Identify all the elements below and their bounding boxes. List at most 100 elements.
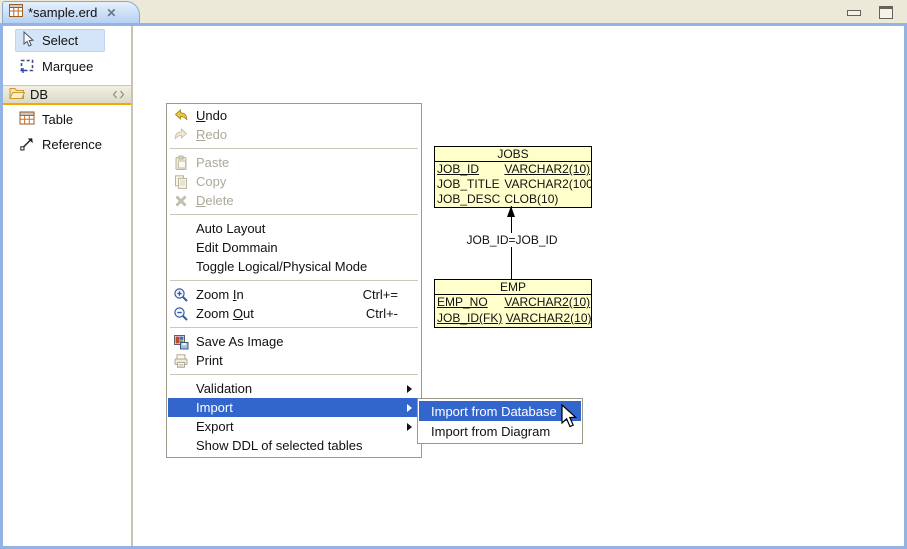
menu-item-copy[interactable]: Copy — [168, 172, 420, 191]
submenu-item-import-from-database[interactable]: Import from Database — [419, 401, 581, 421]
palette-item-marquee[interactable]: Marquee — [15, 55, 105, 78]
column-name: JOB_DESC — [437, 192, 501, 206]
palette-item-table[interactable]: Table — [19, 108, 131, 130]
menu-item-label: Toggle Logical/Physical Mode — [196, 259, 367, 274]
menu-item-import[interactable]: Import — [168, 398, 420, 417]
undo-icon — [171, 108, 191, 123]
mouse-cursor — [561, 404, 581, 435]
menu-item-save-as-image[interactable]: Save As Image — [168, 332, 420, 351]
zoom-out-icon — [171, 306, 191, 322]
menu-item-print[interactable]: Print — [168, 351, 420, 370]
editor-tab-sample-erd[interactable]: *sample.erd ✕ — [2, 1, 140, 23]
column-type: VARCHAR2(10) — [504, 295, 590, 309]
save-image-icon — [171, 334, 191, 350]
marquee-icon — [19, 57, 35, 76]
zoom-in-icon — [171, 287, 191, 303]
menu-item-label: Copy — [196, 174, 226, 189]
menu-item-label: Import — [196, 400, 233, 415]
menu-item-shortcut: Ctrl+= — [363, 287, 420, 302]
print-icon — [171, 353, 191, 369]
entity-title: JOBS — [435, 147, 591, 162]
tab-title: *sample.erd — [28, 5, 97, 20]
menu-separator — [168, 370, 420, 379]
menu-separator — [168, 210, 420, 219]
column-name: JOB_ID(FK) — [437, 311, 502, 326]
palette-item-label: Select — [42, 33, 78, 48]
menu-item-shortcut: Ctrl+- — [366, 306, 420, 321]
entity-column-job-id[interactable]: JOB_ID VARCHAR2(10) — [435, 162, 591, 177]
entity-jobs[interactable]: JOBSJOB_ID VARCHAR2(10)JOB_TITLE VARCHAR… — [434, 146, 592, 208]
palette-item-label: Table — [42, 112, 73, 127]
palette-item-label: Marquee — [42, 59, 93, 74]
menu-item-label: Save As Image — [196, 334, 283, 349]
entity-column-job-title[interactable]: JOB_TITLE VARCHAR2(100) — [435, 177, 591, 192]
menu-item-redo[interactable]: Redo — [168, 125, 420, 144]
palette-drawer-db[interactable]: DB — [3, 85, 131, 105]
submenu-arrow-icon — [407, 404, 412, 412]
menu-item-undo[interactable]: Undo — [168, 106, 420, 125]
menu-item-label: Delete — [196, 193, 234, 208]
entity-column-emp-no[interactable]: EMP_NO VARCHAR2(10) — [435, 295, 591, 311]
relationship-arrowhead — [507, 206, 515, 217]
copy-icon — [171, 174, 191, 190]
menu-item-label: Edit Dommain — [196, 240, 278, 255]
editor-tab-bar: *sample.erd ✕ — [0, 0, 907, 23]
maximize-view-icon[interactable] — [879, 6, 893, 19]
paste-icon — [171, 155, 191, 171]
menu-item-label: Zoom In — [196, 287, 244, 302]
menu-item-toggle-logical-physical-mode[interactable]: Toggle Logical/Physical Mode — [168, 257, 420, 276]
menu-item-show-ddl-of-selected-tables[interactable]: Show DDL of selected tables — [168, 436, 420, 455]
submenu-arrow-icon — [407, 423, 412, 431]
menu-item-label: Undo — [196, 108, 227, 123]
column-name: JOB_TITLE — [437, 177, 501, 191]
menu-item-paste[interactable]: Paste — [168, 153, 420, 172]
erd-file-icon — [9, 4, 23, 22]
submenu-item-import-from-diagram[interactable]: Import from Diagram — [419, 421, 581, 441]
table-icon — [19, 111, 35, 128]
menu-item-label: Zoom Out — [196, 306, 254, 321]
column-name: JOB_ID — [437, 162, 501, 176]
palette-item-reference[interactable]: Reference — [19, 133, 131, 155]
entity-title: EMP — [435, 280, 591, 295]
menu-item-delete[interactable]: Delete — [168, 191, 420, 210]
tab-close-icon[interactable]: ✕ — [106, 6, 116, 20]
relationship-label: JOB_ID=JOB_ID — [464, 233, 560, 247]
menu-item-label: Print — [196, 353, 223, 368]
entity-emp[interactable]: EMPEMP_NO VARCHAR2(10)JOB_ID(FK) VARCHAR… — [434, 279, 592, 328]
menu-item-zoom-in[interactable]: Zoom In Ctrl+= — [168, 285, 420, 304]
menu-item-label: Validation — [196, 381, 252, 396]
menu-item-export[interactable]: Export — [168, 417, 420, 436]
entity-column-job-id-fk[interactable]: JOB_ID(FK) VARCHAR2(10) — [435, 311, 591, 327]
minimize-view-icon[interactable] — [847, 10, 861, 16]
submenu-item-label: Import from Database — [431, 404, 557, 419]
column-type: VARCHAR2(10) — [506, 311, 591, 325]
submenu-item-label: Import from Diagram — [431, 424, 550, 439]
import-submenu: Import from Database Import from Diagram — [417, 398, 583, 444]
palette-item-select[interactable]: Select — [15, 29, 105, 52]
submenu-arrow-icon — [407, 385, 412, 393]
menu-item-edit-dommain[interactable]: Edit Dommain — [168, 238, 420, 257]
tool-palette: Select Marquee DB Table — [3, 26, 133, 546]
menu-item-zoom-out[interactable]: Zoom Out Ctrl+- — [168, 304, 420, 323]
reference-icon — [19, 135, 35, 154]
column-type: VARCHAR2(10) — [504, 162, 590, 176]
palette-item-label: Reference — [42, 137, 102, 152]
select-cursor-icon — [20, 31, 35, 50]
column-name: EMP_NO — [437, 295, 501, 310]
drawer-label: DB — [30, 87, 48, 102]
delete-icon — [171, 193, 191, 209]
column-type: CLOB(10) — [504, 192, 558, 206]
menu-item-label: Redo — [196, 127, 227, 142]
menu-separator — [168, 144, 420, 153]
menu-item-auto-layout[interactable]: Auto Layout — [168, 219, 420, 238]
menu-item-label: Show DDL of selected tables — [196, 438, 362, 453]
context-menu: Undo Redo Paste Copy Delete Auto Layout Edit D… — [166, 103, 422, 458]
collapse-pin-icon[interactable] — [112, 90, 125, 99]
column-type: VARCHAR2(100) — [504, 177, 591, 191]
folder-icon — [9, 86, 25, 103]
menu-item-validation[interactable]: Validation — [168, 379, 420, 398]
entity-column-job-desc[interactable]: JOB_DESC CLOB(10) — [435, 192, 591, 207]
menu-separator — [168, 276, 420, 285]
redo-icon — [171, 127, 191, 142]
menu-separator — [168, 323, 420, 332]
